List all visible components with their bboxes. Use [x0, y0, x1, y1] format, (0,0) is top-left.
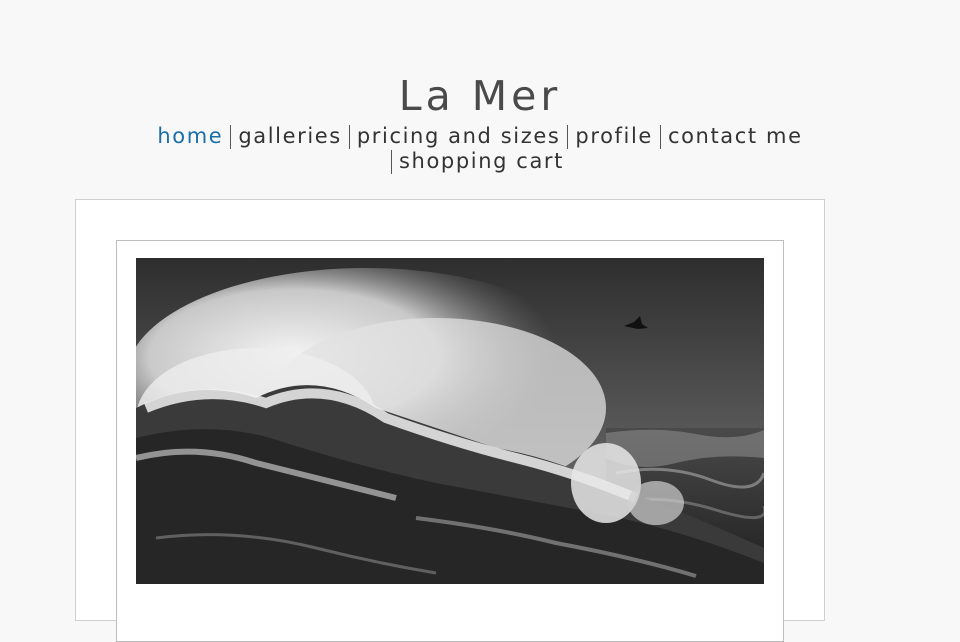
nav-item-profile[interactable]: profile — [569, 124, 659, 149]
nav-divider — [659, 125, 661, 149]
nav-item-galleries[interactable]: galleries — [232, 124, 348, 149]
wave-photo-image — [136, 258, 764, 584]
nav-item-shopping-cart[interactable]: shopping cart — [393, 149, 570, 174]
nav-item-contact-me[interactable]: contact me — [662, 124, 809, 149]
nav-divider — [567, 125, 569, 149]
nav-divider — [230, 125, 232, 149]
nav-item-pricing-and-sizes[interactable]: pricing and sizes — [351, 124, 567, 149]
nav-row-1: home galleries pricing and sizes profile con… — [0, 124, 960, 149]
nav-item-home[interactable]: home — [151, 124, 229, 149]
nav-divider — [391, 150, 392, 174]
nav-divider — [348, 125, 350, 149]
nav-row-2: shopping cart — [0, 149, 960, 174]
featured-photo[interactable] — [136, 258, 764, 584]
site-title: La Mer — [398, 72, 562, 120]
